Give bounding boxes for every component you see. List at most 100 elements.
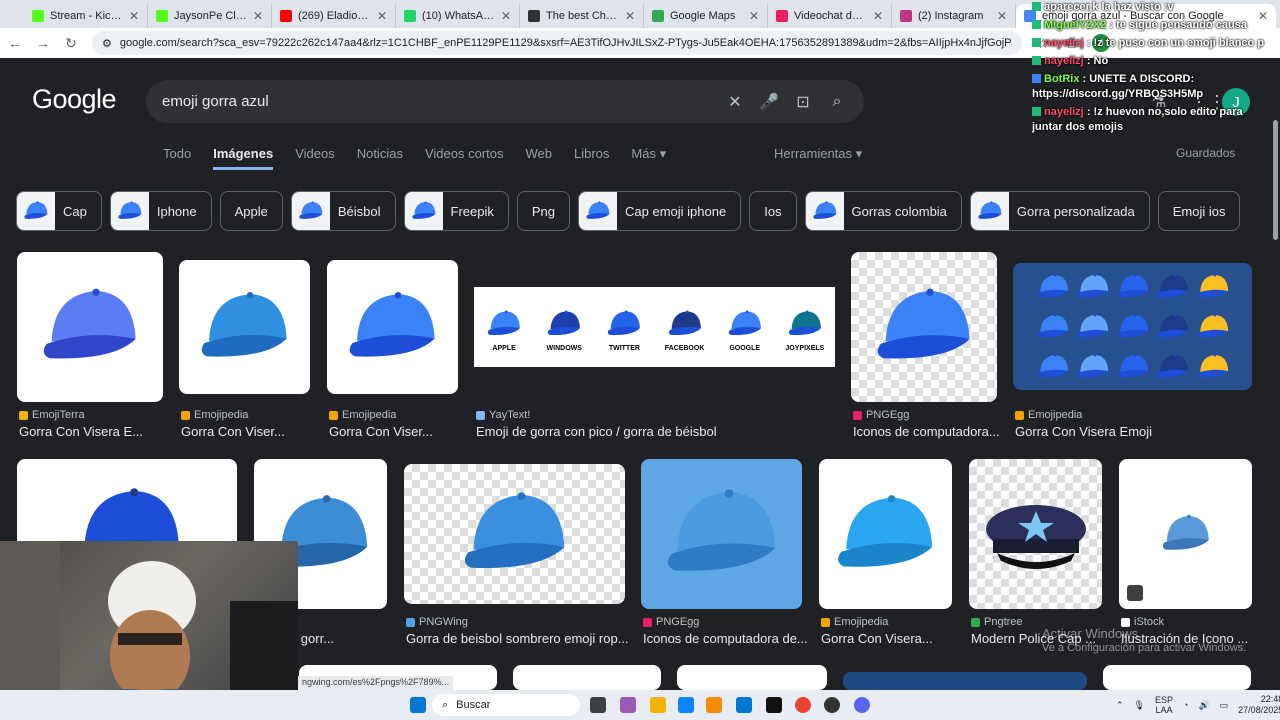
clear-icon[interactable]: ✕ — [724, 92, 746, 112]
result-thumbnail[interactable] — [819, 459, 952, 609]
obs-icon[interactable] — [824, 697, 840, 713]
result-source[interactable]: EmojiTerra — [19, 409, 85, 421]
result-title[interactable]: Gorra Con Visera E... — [19, 424, 195, 439]
browser-tab[interactable]: The best ChatBot ✕ — [520, 4, 644, 28]
result-source[interactable]: Emojipedia — [1015, 409, 1082, 421]
result-title[interactable]: Gorra Con Visera... — [821, 631, 964, 646]
file-explorer-icon[interactable] — [650, 697, 666, 713]
result-source[interactable]: Pngtree — [971, 616, 1023, 628]
refinement-chip[interactable]: Béisbol — [290, 191, 396, 231]
image-result[interactable]: iStock Ilustración de Icono ... — [1119, 459, 1252, 649]
search-tab[interactable]: Libros — [574, 146, 609, 170]
refinement-chip[interactable]: Iphone — [109, 191, 212, 231]
browser-tab[interactable]: Stream - Kick Dashbo ✕ — [24, 4, 148, 28]
result-thumbnail[interactable]: APPLE WINDOWS TWITTER FACEBOOK GOOGLE JOYPIXE… — [474, 252, 835, 402]
microphone-icon[interactable]: 🎤 — [758, 92, 780, 112]
page-scrollbar[interactable] — [1270, 58, 1280, 690]
search-tab[interactable]: Más ▾ — [631, 146, 666, 170]
image-result[interactable]: EmojiTerra Gorra Con Visera E... — [17, 252, 163, 442]
result-thumbnail[interactable] — [17, 252, 163, 402]
search-tab[interactable]: Videos cortos — [425, 146, 504, 170]
browser-tab[interactable]: (269) Eladio Carrión ✕ — [272, 4, 396, 28]
result-thumbnail[interactable] — [327, 260, 458, 394]
tools-button[interactable]: Herramientas ▾ — [774, 146, 862, 162]
google-logo[interactable]: Google — [32, 84, 117, 115]
image-result[interactable]: Pngtree Modern Police Cap ... — [969, 459, 1102, 649]
refinement-chip[interactable]: Emoji ios — [1157, 191, 1241, 231]
search-tab[interactable]: Web — [525, 146, 552, 170]
refinement-chip[interactable]: Apple — [219, 191, 283, 231]
result-thumbnail[interactable] — [179, 260, 310, 394]
lens-camera-icon[interactable]: ⊡ — [792, 92, 814, 112]
back-icon[interactable]: ← — [8, 35, 22, 51]
forward-icon[interactable]: → — [36, 35, 50, 51]
volume-icon[interactable]: 🔊 — [1198, 700, 1209, 711]
image-result[interactable]: Emojipedia Gorra Con Visera... — [819, 459, 952, 649]
search-box[interactable]: emoji gorra azul ✕ 🎤 ⊡ ⌕ — [146, 80, 864, 123]
result-thumbnail[interactable] — [1013, 263, 1252, 390]
result-title[interactable]: Iconos de computadora... — [853, 424, 1029, 439]
result-thumb-partial[interactable] — [843, 672, 1087, 690]
image-result[interactable]: PNGWing Gorra de beisbol sombrero emoji r… — [404, 459, 629, 649]
close-tab-icon[interactable]: ✕ — [625, 9, 635, 23]
result-source[interactable]: PNGEgg — [853, 409, 909, 421]
browser-tab[interactable]: (10) WhatsApp ✕ — [396, 4, 520, 28]
result-source[interactable]: Emojipedia — [181, 409, 248, 421]
chevron-up-icon[interactable]: ⌃ — [1116, 700, 1124, 711]
result-source[interactable]: PNGEgg — [643, 616, 699, 628]
discord-icon[interactable] — [854, 697, 870, 713]
refinement-chip[interactable]: Ios — [749, 191, 797, 231]
result-thumbnail[interactable] — [851, 252, 997, 402]
refinement-chip[interactable]: Png — [516, 191, 571, 231]
image-result[interactable]: Emojipedia Gorra Con Visera Emoji — [1013, 252, 1252, 442]
search-tab[interactable]: Todo — [163, 146, 191, 170]
close-tab-icon[interactable]: ✕ — [129, 9, 139, 23]
result-thumb-partial[interactable] — [1103, 665, 1251, 690]
image-result[interactable]: PNGEgg Iconos de computadora de... — [641, 459, 808, 649]
close-tab-icon[interactable]: ✕ — [749, 9, 759, 23]
refinement-chip[interactable]: Cap — [16, 191, 102, 231]
task-view-icon[interactable] — [590, 697, 606, 713]
result-title[interactable]: Iconos de computadora de... — [643, 631, 814, 646]
result-source[interactable]: YayText! — [476, 409, 530, 421]
browser-tab[interactable]: (2) Instagram ✕ — [892, 4, 1016, 28]
address-bar[interactable]: ⚙ google.com/search?sca_esv=79222c262c14… — [92, 31, 1022, 55]
refinement-chip[interactable]: Cap emoji iphone — [578, 191, 742, 231]
wifi-icon[interactable]: ◔ — [1183, 700, 1188, 710]
site-info-icon[interactable]: ⚙ — [102, 37, 112, 50]
image-result[interactable]: APPLE WINDOWS TWITTER FACEBOOK GOOGLE JOYPIXE… — [474, 252, 835, 442]
outlook-icon[interactable] — [736, 697, 752, 713]
image-result[interactable]: Emojipedia Gorra Con Viser... — [179, 252, 310, 442]
chrome-icon[interactable] — [795, 697, 811, 713]
close-tab-icon[interactable]: ✕ — [873, 9, 883, 23]
browser-tab[interactable]: JaysonPe Clips - Wat ✕ — [148, 4, 272, 28]
result-thumb-partial[interactable] — [677, 665, 827, 690]
refinement-chip[interactable]: Gorra personalizada — [969, 191, 1150, 231]
result-title[interactable]: Gorra Con Viser... — [181, 424, 342, 439]
search-input[interactable]: emoji gorra azul — [162, 93, 712, 110]
search-tab[interactable]: Videos — [295, 146, 335, 170]
result-title[interactable]: Gorra Con Visera Emoji — [1015, 424, 1280, 439]
battery-icon[interactable]: ▭ — [1220, 700, 1229, 711]
result-thumbnail[interactable] — [641, 459, 802, 609]
result-title[interactable]: Gorra de beisbol sombrero emoji rop... — [406, 631, 637, 646]
result-title[interactable]: Gorra Con Viser... — [329, 424, 490, 439]
browser-tab[interactable]: Google Maps ✕ — [644, 4, 768, 28]
copilot-icon[interactable] — [620, 697, 636, 713]
search-tab[interactable]: Noticias — [357, 146, 403, 170]
input-language[interactable]: ESP LAA — [1155, 695, 1173, 715]
reload-icon[interactable]: ↻ — [64, 35, 78, 52]
search-tab[interactable]: Imágenes — [213, 146, 274, 170]
result-thumbnail[interactable] — [969, 459, 1102, 609]
tiktok-icon[interactable] — [766, 697, 782, 713]
store-icon[interactable] — [706, 697, 722, 713]
result-thumbnail[interactable] — [404, 464, 625, 604]
close-tab-icon[interactable]: ✕ — [501, 9, 511, 23]
microphone-icon[interactable]: 🎙 — [1134, 700, 1145, 711]
result-source[interactable]: Emojipedia — [329, 409, 396, 421]
refinement-chip[interactable]: Gorras colombia — [804, 191, 962, 231]
edge-icon[interactable] — [678, 697, 694, 713]
close-tab-icon[interactable]: ✕ — [253, 9, 263, 23]
result-title[interactable]: Emoji de gorra con pico / gorra de béisb… — [476, 424, 867, 439]
clock[interactable]: 22:4827/08/2025 — [1238, 694, 1280, 716]
